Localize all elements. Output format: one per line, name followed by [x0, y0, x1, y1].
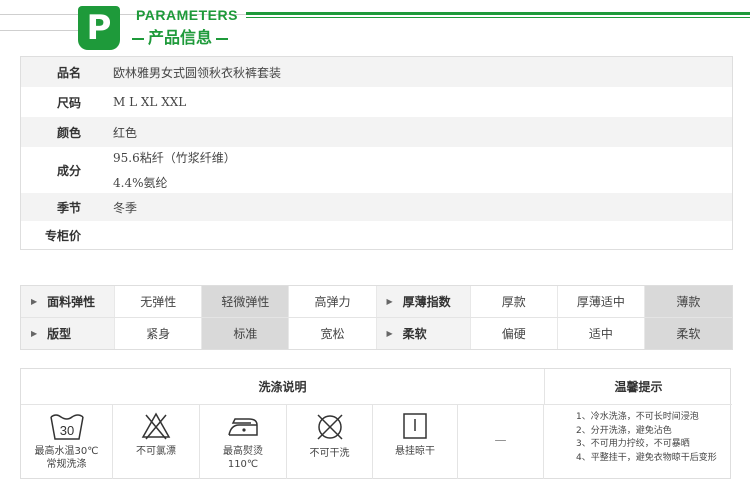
param-label: 尺码 [56, 95, 81, 110]
param-value: 95.6粘纤（竹浆纤维） 4.4%氨纶 [113, 149, 236, 191]
attribute-row: ▶ 面料弹性 无弹性 轻微弹性 高弹力 ▶ 厚薄指数 厚款 厚薄适中 薄款 [21, 286, 732, 317]
parameters-table: 品名 欧林雅男女式圆领秋衣秋裤套装尺码 M L XL XXL 颜色 红色成分 95.6粘纤… [20, 56, 733, 250]
param-row: 成分 95.6粘纤（竹浆纤维） 4.4%氨纶 [21, 147, 732, 193]
hang-dry-icon [403, 413, 427, 439]
attribute-option: 偏硬 [471, 318, 558, 349]
attribute-name-label: 厚薄指数 [402, 295, 451, 309]
param-value-line: 欧林雅男女式圆领秋衣秋裤套装 [113, 65, 282, 80]
param-value-line: M L XL XXL [113, 95, 187, 109]
header-title-en: PARAMETERS [136, 7, 238, 23]
triangle-right-icon: ▶ [386, 297, 393, 306]
attribute-name: ▶ 厚薄指数 [376, 286, 471, 317]
hang-dry-caption: 悬挂晾干 [395, 446, 435, 457]
attribute-option: 高弹力 [289, 286, 377, 317]
parameters-badge-icon: P [78, 6, 120, 50]
care-symbol-wash: 30 最高水温30℃ 常规洗涤 [21, 405, 113, 479]
param-value: M L XL XXL [113, 95, 186, 109]
attribute-option: 宽松 [289, 318, 377, 349]
care-tip: 3、不可用力拧绞，不可暴晒 [576, 439, 690, 449]
attribute-name-label: 版型 [47, 327, 72, 341]
care-symbol-empty: — [458, 405, 544, 479]
param-row: 季节 冬季 [21, 193, 732, 221]
care-header: 洗涤说明 温馨提示 [21, 369, 732, 405]
triangle-right-icon: ▶ [386, 329, 393, 338]
no-dry-clean-caption: 不可干洗 [309, 448, 350, 459]
no-bleach-caption: 不可氯漂 [136, 446, 176, 457]
wash-instructions-title: 洗涤说明 [21, 369, 545, 404]
care-tip: 4、平整挂干，避免衣物晾干后变形 [576, 452, 717, 463]
param-value-line: 冬季 [113, 200, 138, 215]
iron-caption-line2: 110℃ [227, 459, 259, 470]
param-value-line: 4.4%氨纶 [113, 176, 168, 190]
empty-symbol-mark: — [494, 433, 507, 447]
care-symbol-iron: 最高熨烫 110℃ [200, 405, 287, 479]
attribute-name-label: 面料弹性 [47, 295, 96, 309]
iron-caption-line1: 最高熨烫 [223, 446, 263, 457]
tips-title: 温馨提示 [614, 380, 663, 394]
attribute-row: ▶ 版型 紧身 标准 宽松 ▶ 柔软 偏硬 适中 柔软 [21, 317, 732, 349]
attribute-name: ▶ 版型 [21, 318, 116, 349]
param-label: 季节 [56, 200, 81, 215]
param-value-line: 红色 [113, 125, 138, 140]
wash-caption-line1: 最高水温30℃ [34, 446, 99, 457]
care-symbol-no-bleach: 不可氯漂 [113, 405, 200, 479]
attribute-option: 紧身 [115, 318, 203, 349]
param-row: 尺码 M L XL XXL [21, 87, 732, 117]
wash-30-icon: 30 [49, 414, 84, 440]
header-rule [246, 12, 750, 18]
param-row: 颜色 红色 [21, 117, 732, 147]
param-value-line: 95.6粘纤（竹浆纤维） [113, 151, 236, 165]
wash-caption-line2: 常规洗涤 [46, 459, 87, 470]
no-dry-clean-icon [316, 414, 343, 440]
no-bleach-icon [141, 412, 171, 440]
care-symbol-no-dry-clean: 不可干洗 [287, 405, 373, 479]
header-title-zh: 产品信息 [128, 24, 232, 48]
svg-text:30: 30 [59, 423, 73, 438]
param-label: 品名 [56, 65, 81, 80]
param-value: 冬季 [113, 199, 137, 216]
care-body: 30 最高水温30℃ 常规洗涤 不可氯漂 最高熨烫 110℃ 不可干洗 悬挂晾干… [21, 405, 732, 479]
attributes-grid: ▶ 面料弹性 无弹性 轻微弹性 高弹力 ▶ 厚薄指数 厚款 厚薄适中 薄款 ▶ 版型 紧身 标准 宽松 ▶ 柔软… [20, 285, 733, 350]
attribute-option-selected: 标准 [202, 318, 290, 349]
care-tip: 1、冷水洗涤，不可长时间浸泡 [576, 412, 699, 422]
attribute-option-selected: 轻微弹性 [202, 286, 290, 317]
param-row: 专柜价 [21, 221, 732, 249]
attribute-option: 厚薄适中 [558, 286, 645, 317]
param-label: 颜色 [56, 125, 81, 140]
param-value: 欧林雅男女式圆领秋衣秋裤套装 [113, 64, 281, 81]
param-value: 红色 [113, 124, 137, 141]
attribute-option: 厚款 [471, 286, 558, 317]
care-section: 洗涤说明 温馨提示 30 最高水温30℃ 常规洗涤 不可氯漂 最高熨烫 110℃… [20, 368, 732, 479]
attribute-name: ▶ 面料弹性 [21, 286, 116, 317]
attribute-name-label: 柔软 [402, 327, 427, 341]
triangle-right-icon: ▶ [31, 329, 38, 338]
header-divider-left [0, 30, 78, 31]
param-label: 成分 [56, 163, 81, 178]
attribute-option: 无弹性 [115, 286, 203, 317]
param-label: 专柜价 [45, 228, 82, 243]
care-symbol-hang-dry: 悬挂晾干 [373, 405, 458, 479]
triangle-right-icon: ▶ [31, 297, 38, 306]
iron-110-icon [228, 418, 258, 436]
attribute-option-selected: 柔软 [644, 318, 732, 349]
attribute-option: 适中 [558, 318, 645, 349]
care-tip: 2、分开洗涤，避免沾色 [576, 425, 672, 436]
attribute-option-selected: 薄款 [644, 286, 732, 317]
care-tips-list: 1、冷水洗涤，不可长时间浸泡 2、分开洗涤，避免沾色 3、不可用力拧绞，不可暴晒 4、… [544, 405, 732, 479]
attribute-name: ▶ 柔软 [376, 318, 471, 349]
param-row: 品名 欧林雅男女式圆领秋衣秋裤套装 [21, 57, 732, 87]
